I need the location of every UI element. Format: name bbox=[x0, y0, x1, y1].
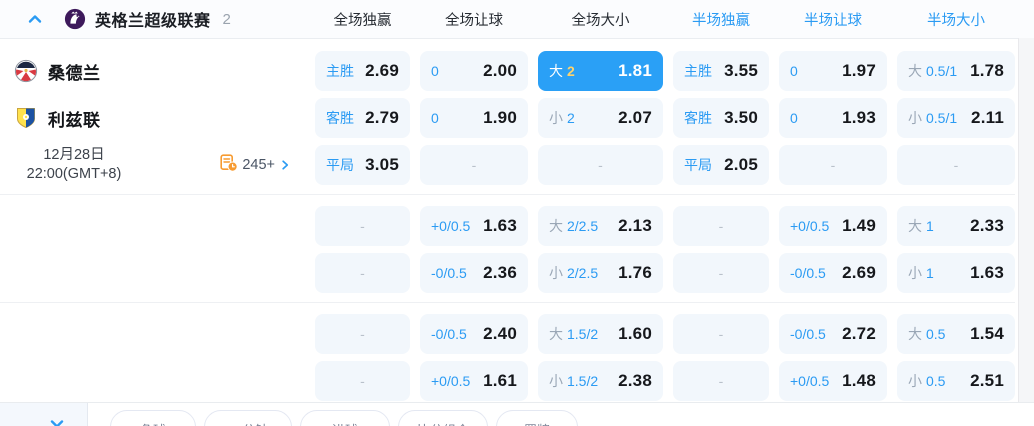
odds-cell-ft-over-alt[interactable]: 大 2/2.5 2.13 bbox=[538, 206, 663, 246]
odds-cell-ft-over-alt[interactable]: 大 1.5/2 1.60 bbox=[538, 314, 663, 354]
tab-cards[interactable]: 罚牌 bbox=[496, 410, 578, 426]
odds-row-away: 利兹联 客胜 2.79 0 1.90 小2 2.07 客胜 3.50 0 1.9… bbox=[0, 98, 1034, 138]
odds-cell-ft-home-win[interactable]: 主胜 2.69 bbox=[315, 51, 410, 91]
odds-cell-ht-under[interactable]: 小 0.5/1 2.11 bbox=[897, 98, 1015, 138]
collapse-chevron-up-icon[interactable] bbox=[26, 10, 44, 28]
tab-goals[interactable]: 进球 bbox=[300, 410, 390, 426]
odds-cell-ht-handicap-alt[interactable]: +0/0.5 1.49 bbox=[779, 206, 887, 246]
odds-cell-ht-home-win[interactable]: 主胜 3.55 bbox=[673, 51, 769, 91]
odds-cell-ft-handicap-alt[interactable]: -0/0.5 2.40 bbox=[420, 314, 528, 354]
column-header-fulltime-handicap: 全场让球 bbox=[445, 12, 503, 29]
away-team: 利兹联 bbox=[0, 98, 305, 138]
league-title: 英格兰超级联赛 bbox=[95, 13, 211, 30]
odds-cell-ft-draw[interactable]: 平局 3.05 bbox=[315, 145, 410, 185]
odds-cell-empty[interactable]: - bbox=[420, 145, 528, 185]
odds-cell-ft-handicap-away[interactable]: 0 1.90 bbox=[420, 98, 528, 138]
group-separator bbox=[0, 302, 1015, 303]
tab-15min[interactable]: 15分钟 bbox=[204, 410, 292, 426]
odds-cell-ft-handicap-home[interactable]: 0 2.00 bbox=[420, 51, 528, 91]
odds-cell-empty[interactable]: - bbox=[315, 206, 410, 246]
odds-cell-ht-under-alt[interactable]: 小 0.5 2.51 bbox=[897, 361, 1015, 401]
odds-cell-ht-over-alt[interactable]: 大 0.5 1.54 bbox=[897, 314, 1015, 354]
column-header-fulltime-1x2: 全场独赢 bbox=[333, 12, 392, 29]
odds-row-home: 桑德兰 主胜 2.69 0 2.00 大2 1.81 主胜 3.55 0 1.9… bbox=[0, 51, 1034, 91]
odds-cell-ft-handicap-alt[interactable]: +0/0.5 1.61 bbox=[420, 361, 528, 401]
tab-score-combo[interactable]: 比分组合 bbox=[398, 410, 488, 426]
league-header: 英格兰超级联赛 2 全场独赢 全场让球 全场大小 半场独赢 半场让球 半场大小 bbox=[0, 0, 1034, 39]
odds-cell-ht-handicap-home[interactable]: 0 1.97 bbox=[779, 51, 887, 91]
group-separator bbox=[0, 194, 1015, 195]
market-tab-list: 角球 15分钟 进球 比分组合 罚牌 bbox=[110, 410, 578, 426]
odds-cell-ht-draw[interactable]: 平局 2.05 bbox=[673, 145, 769, 185]
column-header-halftime-1x2: 半场独赢 bbox=[692, 12, 750, 29]
collapse-chevron-down-icon bbox=[48, 415, 66, 426]
odds-cell-empty[interactable]: - bbox=[779, 145, 887, 185]
tab-corners[interactable]: 角球 bbox=[110, 410, 196, 426]
league-match-count: 2 bbox=[222, 10, 231, 28]
expand-toggle[interactable] bbox=[0, 403, 88, 426]
league-info: 英格兰超级联赛 2 bbox=[0, 7, 305, 31]
odds-cell-ht-handicap-alt[interactable]: +0/0.5 1.48 bbox=[779, 361, 887, 401]
odds-cell-empty[interactable]: - bbox=[315, 253, 410, 293]
chevron-right-icon bbox=[282, 160, 289, 170]
match-meta: 12月28日 22:00(GMT+8) 245+ bbox=[0, 145, 291, 185]
odds-cell-ft-handicap-alt[interactable]: +0/0.5 1.63 bbox=[420, 206, 528, 246]
match-datetime: 12月28日 22:00(GMT+8) bbox=[14, 146, 134, 184]
odds-cell-ft-over-selected[interactable]: 大2 1.81 bbox=[538, 51, 663, 91]
odds-row-alt-line: - -0/0.5 2.36 小 2/2.5 1.76 - -0/0.5 2.69 … bbox=[0, 253, 1034, 293]
odds-cell-empty[interactable]: - bbox=[673, 206, 769, 246]
home-team-name: 桑德兰 bbox=[48, 63, 101, 83]
more-markets-link[interactable]: 245+ bbox=[220, 153, 291, 177]
match-date: 12月28日 bbox=[43, 147, 105, 163]
odds-cell-empty[interactable]: - bbox=[673, 314, 769, 354]
more-markets-count: 245+ bbox=[242, 157, 275, 173]
odds-row-draw: 12月28日 22:00(GMT+8) 245+ 平局 3.05 - - 平局 … bbox=[0, 145, 1034, 185]
leeds-united-crest-icon bbox=[14, 106, 38, 130]
column-header-halftime-overunder: 半场大小 bbox=[927, 12, 985, 29]
odds-cell-ft-away-win[interactable]: 客胜 2.79 bbox=[315, 98, 410, 138]
odds-cell-ht-handicap-away[interactable]: 0 1.93 bbox=[779, 98, 887, 138]
scrollbar-track[interactable] bbox=[1018, 38, 1034, 426]
odds-cell-empty[interactable]: - bbox=[538, 145, 663, 185]
odds-row-alt-line: - -0/0.5 2.40 大 1.5/2 1.60 - -0/0.5 2.72 … bbox=[0, 314, 1034, 354]
match-time: 22:00(GMT+8) bbox=[26, 166, 122, 182]
odds-row-alt-line: - +0/0.5 1.63 大 2/2.5 2.13 - +0/0.5 1.49 … bbox=[0, 206, 1034, 246]
odds-cell-empty[interactable]: - bbox=[897, 145, 1015, 185]
odds-cell-ft-under[interactable]: 小2 2.07 bbox=[538, 98, 663, 138]
premier-league-logo-icon bbox=[64, 8, 86, 30]
odds-cell-ft-handicap-alt[interactable]: -0/0.5 2.36 bbox=[420, 253, 528, 293]
odds-cell-ht-away-win[interactable]: 客胜 3.50 bbox=[673, 98, 769, 138]
odds-cell-empty[interactable]: - bbox=[315, 361, 410, 401]
odds-cell-empty[interactable]: - bbox=[673, 361, 769, 401]
odds-cell-ht-under-alt[interactable]: 小1 1.63 bbox=[897, 253, 1015, 293]
odds-cell-ht-handicap-alt[interactable]: -0/0.5 2.69 bbox=[779, 253, 887, 293]
odds-cell-empty[interactable]: - bbox=[315, 314, 410, 354]
market-tabs-bar: 角球 15分钟 进球 比分组合 罚牌 bbox=[0, 402, 1034, 426]
column-header-halftime-handicap: 半场让球 bbox=[804, 12, 862, 29]
odds-cell-empty[interactable]: - bbox=[673, 253, 769, 293]
sunderland-crest-icon bbox=[14, 59, 38, 83]
markets-list-icon bbox=[220, 153, 239, 177]
odds-cell-ht-handicap-alt[interactable]: -0/0.5 2.72 bbox=[779, 314, 887, 354]
odds-cell-ht-over[interactable]: 大 0.5/1 1.78 bbox=[897, 51, 1015, 91]
away-team-name: 利兹联 bbox=[48, 110, 101, 130]
column-header-fulltime-overunder: 全场大小 bbox=[571, 12, 630, 29]
odds-cell-ft-under-alt[interactable]: 小 1.5/2 2.38 bbox=[538, 361, 663, 401]
home-team: 桑德兰 bbox=[0, 51, 305, 91]
odds-row-alt-line: - +0/0.5 1.61 小 1.5/2 2.38 - +0/0.5 1.48 … bbox=[0, 361, 1034, 401]
odds-cell-ft-under-alt[interactable]: 小 2/2.5 1.76 bbox=[538, 253, 663, 293]
odds-cell-ht-over-alt[interactable]: 大1 2.33 bbox=[897, 206, 1015, 246]
